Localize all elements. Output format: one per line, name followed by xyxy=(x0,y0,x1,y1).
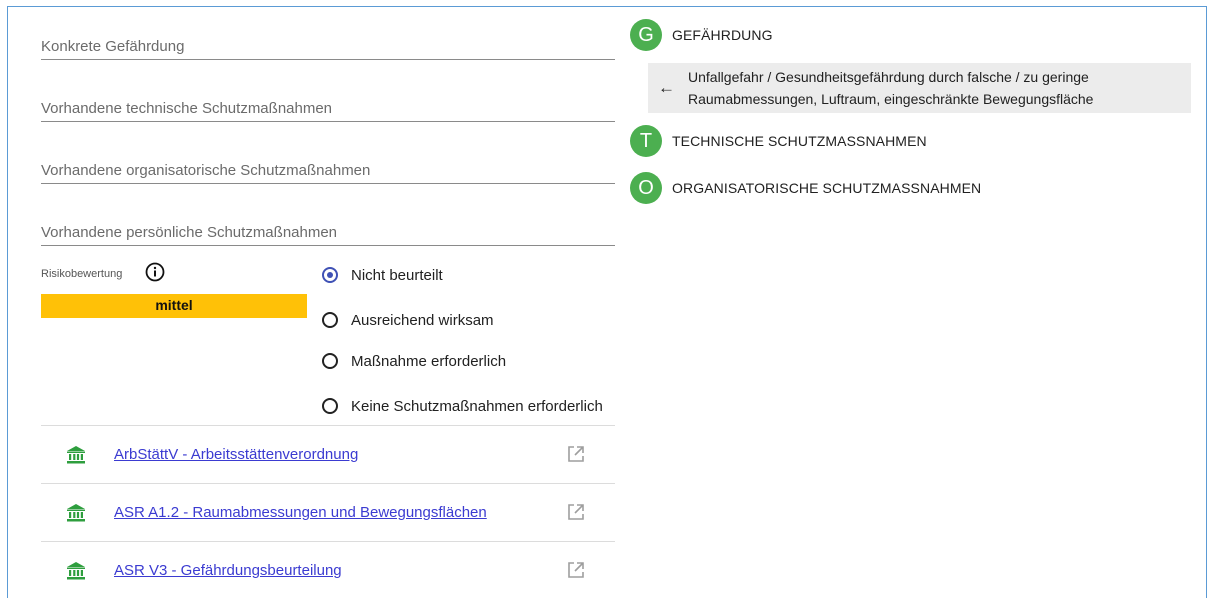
section-organizational-measures[interactable]: O ORGANISATORISCHE SCHUTZMASSNAHMEN xyxy=(630,172,981,204)
open-external-icon[interactable] xyxy=(567,445,585,463)
bank-icon xyxy=(66,445,86,465)
bank-icon xyxy=(66,503,86,523)
radio-label: Nicht beurteilt xyxy=(351,266,443,284)
radio-label: Ausreichend wirksam xyxy=(351,311,494,329)
radio-unchecked-icon xyxy=(322,312,338,328)
risk-assessment-label: Risikobewertung xyxy=(41,268,123,280)
concrete-hazard-field[interactable] xyxy=(41,34,615,60)
list-item: ArbStättV - Arbeitsstättenverordnung xyxy=(41,425,615,483)
reference-link-asr-v3[interactable]: ASR V3 - Gefährdungsbeurteilung xyxy=(114,562,342,579)
section-technical-measures[interactable]: T TECHNISCHE SCHUTZMASSNAHMEN xyxy=(630,125,927,157)
section-title: TECHNISCHE SCHUTZMASSNAHMEN xyxy=(672,133,927,149)
radio-label: Keine Schutzmaßnahmen erforderlich xyxy=(351,397,603,415)
section-title: GEFÄHRDUNG xyxy=(672,27,773,43)
section-badge: G xyxy=(630,19,662,51)
personal-measures-field[interactable] xyxy=(41,220,615,246)
list-item: ASR A1.2 - Raumabmessungen und Bewegungs… xyxy=(41,483,615,541)
hazard-text: Unfallgefahr / Gesundheitsgefährdung dur… xyxy=(688,69,1094,107)
reference-link-asr-a1-2[interactable]: ASR A1.2 - Raumabmessungen und Bewegungs… xyxy=(114,504,487,521)
section-badge: O xyxy=(630,172,662,204)
technical-measures-field[interactable] xyxy=(41,96,615,122)
arrow-left-icon[interactable]: ← xyxy=(658,78,675,98)
open-external-icon[interactable] xyxy=(567,561,585,579)
risk-level-badge: mittel xyxy=(41,294,307,318)
radio-unchecked-icon xyxy=(322,353,338,369)
bank-icon xyxy=(66,561,86,581)
section-title: ORGANISATORISCHE SCHUTZMASSNAHMEN xyxy=(672,180,982,196)
concrete-hazard-input[interactable] xyxy=(41,34,615,58)
open-external-icon[interactable] xyxy=(567,503,585,521)
radio-sufficiently-effective[interactable]: Ausreichend wirksam xyxy=(322,309,494,331)
info-icon[interactable] xyxy=(145,262,165,282)
list-item: ASR V3 - Gefährdungsbeurteilung xyxy=(41,541,615,599)
reference-link-arbstaettv[interactable]: ArbStättV - Arbeitsstättenverordnung xyxy=(114,446,358,463)
organizational-measures-input[interactable] xyxy=(41,158,615,182)
radio-not-assessed[interactable]: Nicht beurteilt xyxy=(322,264,443,286)
hazard-list-item[interactable]: ← Unfallgefahr / Gesundheitsgefährdung d… xyxy=(648,63,1191,113)
technical-measures-input[interactable] xyxy=(41,96,615,120)
section-badge: T xyxy=(630,125,662,157)
radio-measure-required[interactable]: Maßnahme erforderlich xyxy=(322,350,506,372)
radio-no-measures-required[interactable]: Keine Schutzmaßnahmen erforderlich xyxy=(322,395,603,417)
radio-checked-icon xyxy=(322,267,338,283)
personal-measures-input[interactable] xyxy=(41,220,615,244)
organizational-measures-field[interactable] xyxy=(41,158,615,184)
radio-label: Maßnahme erforderlich xyxy=(351,352,507,370)
radio-unchecked-icon xyxy=(322,398,338,414)
section-hazard[interactable]: G GEFÄHRDUNG xyxy=(630,19,773,51)
